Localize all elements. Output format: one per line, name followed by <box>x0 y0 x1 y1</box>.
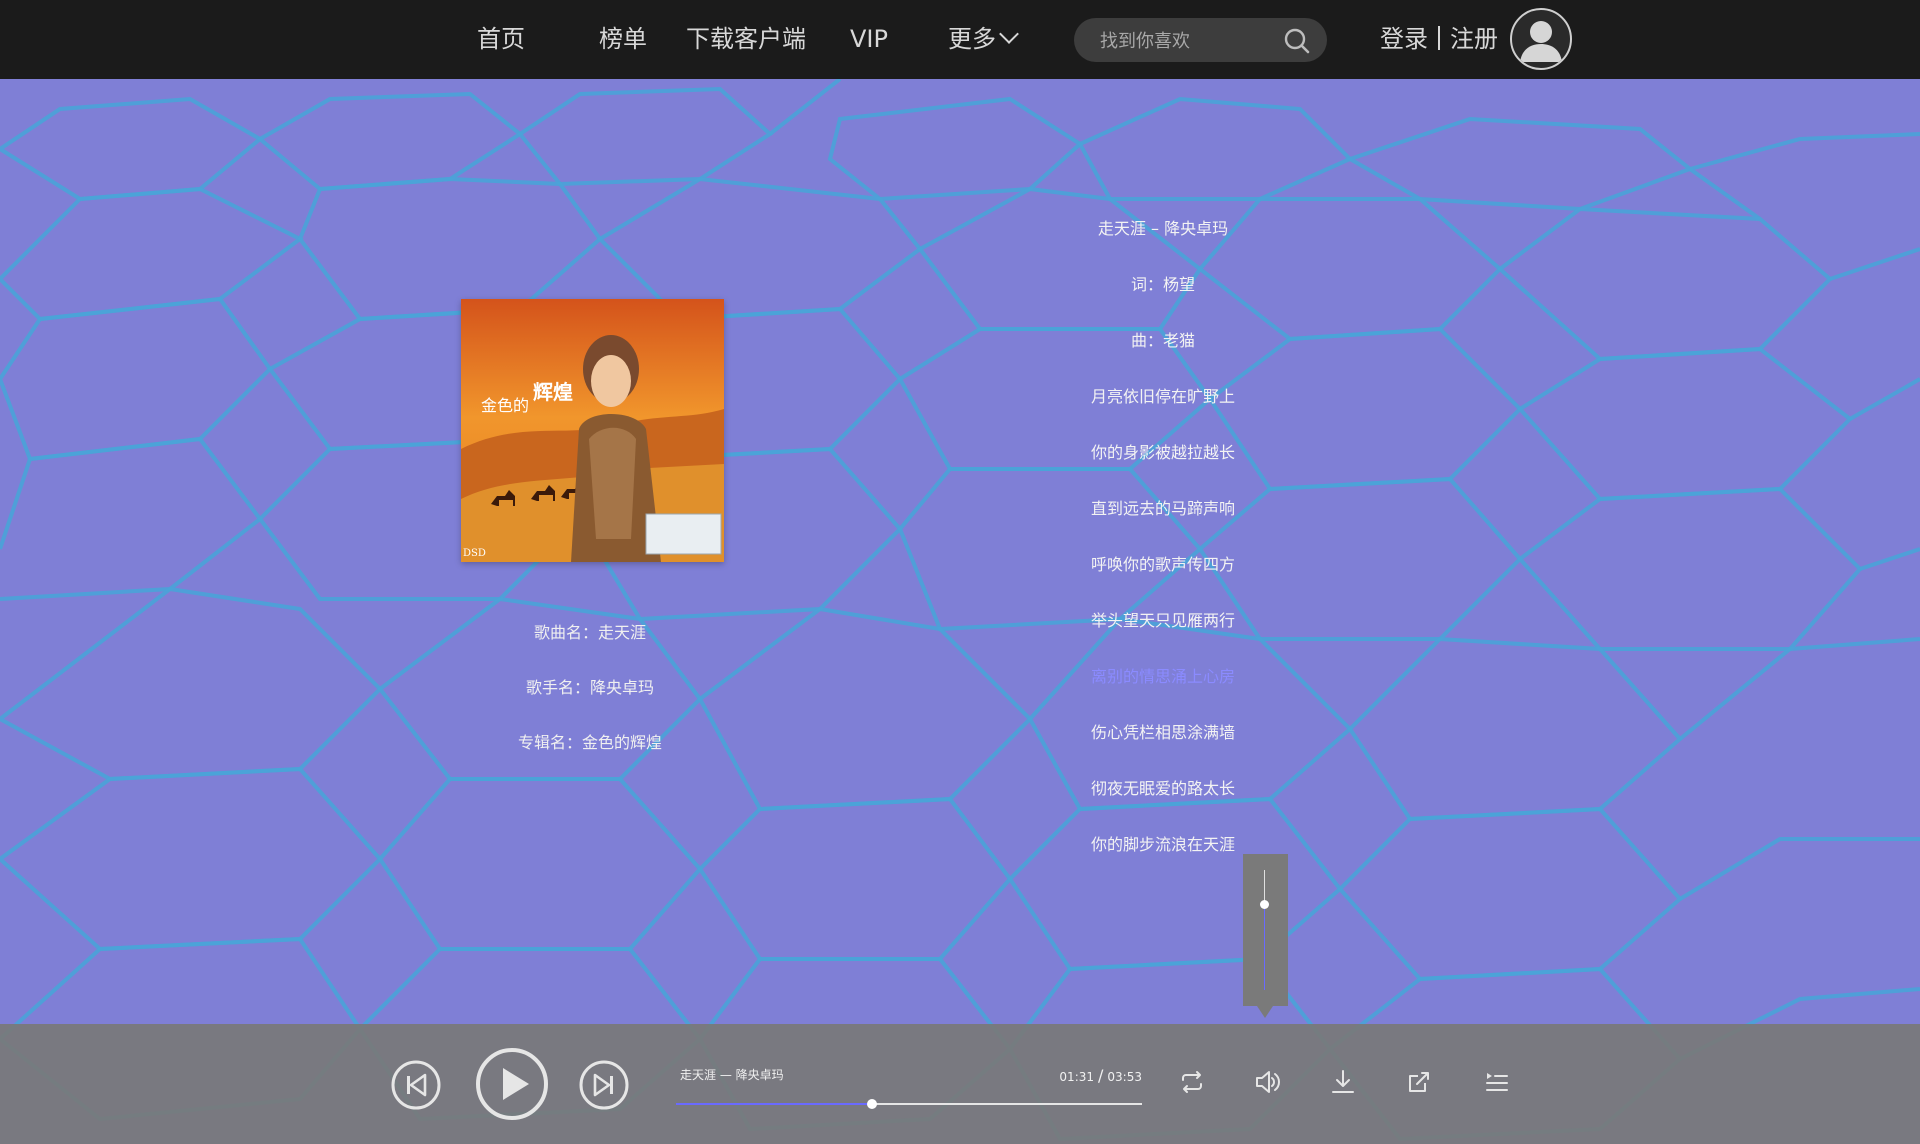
song-info: 歌曲名：走天涯 歌手名：降央卓玛 专辑名：金色的辉煌 <box>440 618 740 783</box>
lyric-line: 伤心凭栏相思涂满墙 <box>1090 723 1235 742</box>
avatar[interactable] <box>1510 8 1572 70</box>
lyric-line: 月亮依旧停在旷野上 <box>1090 387 1235 406</box>
auth-links: 登录 注册 <box>1380 22 1498 56</box>
time-separator: / <box>1098 1066 1104 1085</box>
cover-title-small: 金色的 <box>481 396 529 415</box>
nav-more-label: 更多 <box>948 25 996 53</box>
playlist-icon[interactable] <box>1483 1068 1511 1096</box>
nav-download-client[interactable]: 下载客户端 <box>686 22 806 56</box>
nav-vip[interactable]: VIP <box>850 22 888 56</box>
lyric-line: 你的身影被越拉越长 <box>1090 443 1235 462</box>
search-input[interactable] <box>1098 25 1272 57</box>
lyric-line: 曲：老猫 <box>1130 331 1195 350</box>
album-label: 专辑名： <box>517 733 582 752</box>
album-name[interactable]: 金色的辉煌 <box>582 733 662 752</box>
divider <box>1438 26 1440 50</box>
song-name-label: 歌曲名： <box>533 623 598 642</box>
cover-title-big: 辉煌 <box>533 380 573 404</box>
cover-label: DSD <box>463 548 486 559</box>
search-box <box>1074 18 1327 62</box>
time-display: 01:31/03:53 <box>1050 1066 1142 1085</box>
song-name-row: 歌曲名：走天涯 <box>440 618 740 673</box>
now-playing-title: 走天涯 — 降央卓玛 <box>680 1068 784 1082</box>
top-nav-bar: 首页 榜单 下载客户端 VIP 更多 登录注册 <box>0 0 1920 79</box>
volume-slider-knob[interactable] <box>1260 899 1269 909</box>
lyric-line: 彻夜无眠爱的路太长 <box>1090 779 1235 798</box>
lyric-line: 直到远去的马蹄声响 <box>1090 499 1235 518</box>
chevron-down-icon <box>999 24 1019 44</box>
singer-label: 歌手名： <box>525 678 590 697</box>
user-icon <box>1520 21 1562 62</box>
login-link[interactable]: 登录 <box>1380 25 1428 53</box>
download-icon[interactable] <box>1329 1068 1357 1096</box>
previous-track-icon[interactable] <box>390 1059 442 1111</box>
lyrics-panel: 走天涯 – 降央卓玛 词：杨望 曲：老猫 月亮依旧停在旷野上 你的身影被越拉越长… <box>1040 214 1286 886</box>
nav-charts[interactable]: 榜单 <box>599 22 647 56</box>
progress-bar[interactable] <box>676 1099 1142 1109</box>
total-time: 03:53 <box>1107 1070 1142 1084</box>
singer-row: 歌手名：降央卓玛 <box>440 673 740 728</box>
player-bar: 走天涯 — 降央卓玛 01:31/03:53 <box>0 1024 1920 1144</box>
progress-knob[interactable] <box>866 1099 877 1109</box>
singer-name[interactable]: 降央卓玛 <box>590 678 654 697</box>
volume-icon[interactable] <box>1253 1068 1281 1096</box>
repeat-icon[interactable] <box>1178 1068 1206 1096</box>
volume-slider-fill <box>1264 903 1265 990</box>
lyric-line: 词：杨望 <box>1130 275 1195 294</box>
share-icon[interactable] <box>1405 1068 1433 1096</box>
nav-home[interactable]: 首页 <box>477 22 525 56</box>
nav-more[interactable]: 更多 <box>948 22 1019 56</box>
current-time: 01:31 <box>1059 1070 1095 1084</box>
lyric-line: 走天涯 – 降央卓玛 <box>1097 219 1229 238</box>
search-icon[interactable] <box>1283 27 1311 55</box>
lyric-line: 举头望天只见雁两行 <box>1090 611 1235 630</box>
hexagon-network-background <box>0 79 1920 1144</box>
album-row: 专辑名：金色的辉煌 <box>440 728 740 783</box>
album-cover: 辉煌 金色的 DSD <box>461 299 724 562</box>
lyric-line: 呼唤你的歌声传四方 <box>1090 555 1235 574</box>
lyric-line-active: 离别的情思涌上心房 <box>1090 667 1235 686</box>
song-name: 走天涯 <box>598 623 647 642</box>
register-link[interactable]: 注册 <box>1450 25 1498 53</box>
volume-popup <box>1243 854 1288 1018</box>
progress-fill <box>676 1103 872 1105</box>
next-track-icon[interactable] <box>578 1059 630 1111</box>
play-icon[interactable] <box>474 1046 550 1122</box>
